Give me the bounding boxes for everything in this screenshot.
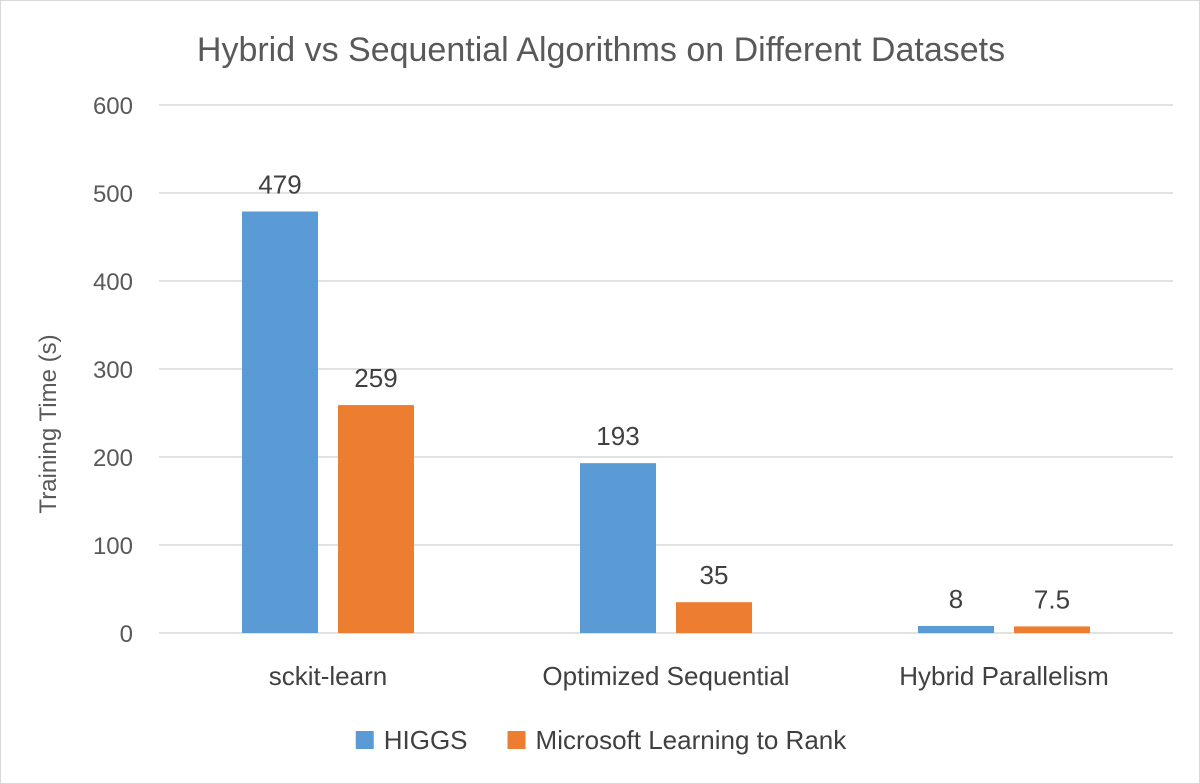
data-label: 8 — [949, 584, 963, 614]
chart-container: Hybrid vs Sequential Algorithms on Diffe… — [0, 0, 1200, 784]
data-label: 259 — [354, 363, 397, 393]
y-tick-label: 200 — [93, 445, 133, 472]
bar — [338, 405, 414, 633]
y-tick-label: 300 — [93, 357, 133, 384]
legend-swatch — [507, 731, 526, 749]
chart-title: Hybrid vs Sequential Algorithms on Diffe… — [197, 31, 1005, 69]
data-label: 193 — [596, 421, 639, 451]
data-label: 35 — [700, 560, 729, 590]
legend-swatch — [355, 731, 374, 749]
bar — [242, 211, 318, 634]
x-category-label: Optimized Sequential — [542, 661, 789, 691]
data-label: 479 — [258, 169, 301, 199]
y-tick-label: 0 — [120, 621, 133, 648]
y-tick-label: 500 — [93, 181, 133, 208]
legend-item: Microsoft Learning to Rank — [507, 725, 848, 755]
bar — [580, 463, 656, 633]
y-tick-label: 600 — [93, 93, 133, 120]
bar — [1014, 626, 1090, 633]
x-category-label: Hybrid Parallelism — [899, 661, 1109, 691]
bar — [918, 625, 994, 633]
x-category-label: sckit-learn — [269, 661, 387, 691]
y-axis-label: Training Time (s) — [35, 334, 62, 513]
y-tick-label: 400 — [93, 269, 133, 296]
data-label: 7.5 — [1034, 584, 1070, 614]
legend-item: HIGGS — [355, 725, 468, 755]
bar — [676, 602, 752, 633]
y-tick-label: 100 — [93, 533, 133, 560]
legend-label: HIGGS — [384, 725, 468, 755]
legend-label: Microsoft Learning to Rank — [536, 725, 848, 755]
bar-chart: Hybrid vs Sequential Algorithms on Diffe… — [35, 31, 1173, 755]
